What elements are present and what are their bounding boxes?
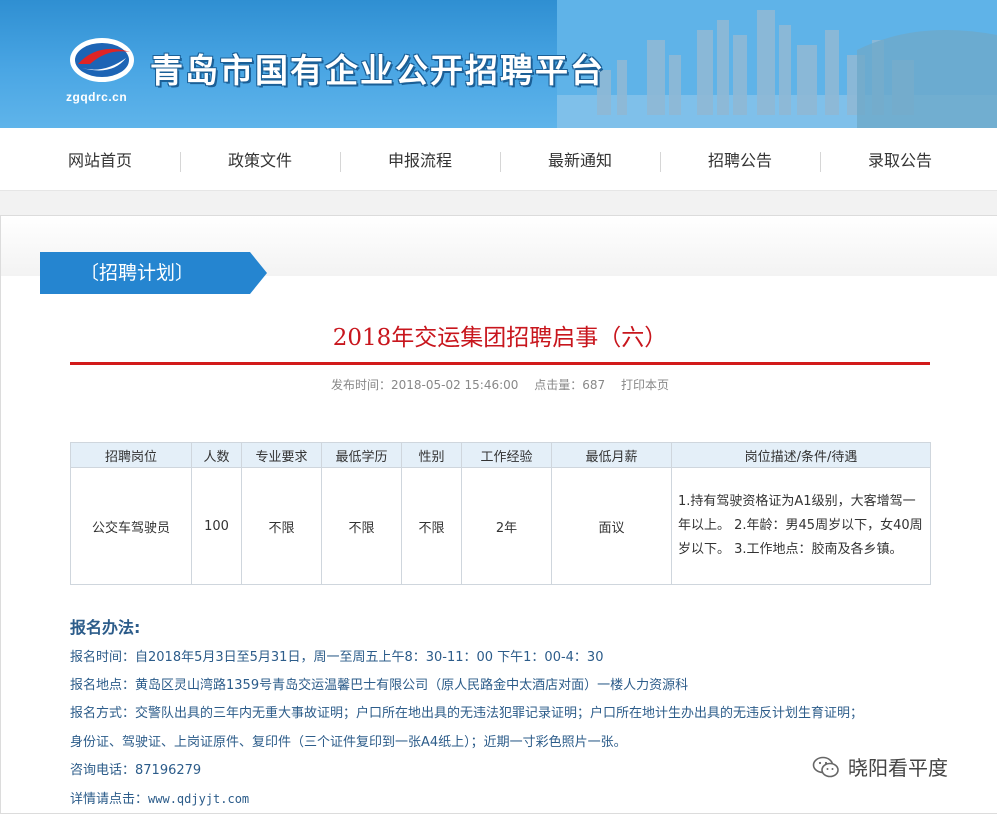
article-title: 2018年交运集团招聘启事（六） xyxy=(332,325,668,351)
table-header-row: 招聘岗位 人数 专业要求 最低学历 性别 工作经验 最低月薪 岗位描述/条件/待… xyxy=(70,442,931,468)
article-meta: 发布时间：2018-05-02 15:46:00 点击量：687 打印本页 xyxy=(70,376,930,393)
publish-time: 发布时间：2018-05-02 15:46:00 xyxy=(331,378,518,392)
section-tag-arrow xyxy=(250,252,267,294)
nav-item-recruitment[interactable]: 招聘公告 xyxy=(660,128,820,190)
table-header: 岗位描述/条件/待遇 xyxy=(671,442,931,468)
publish-value: 2018-05-02 15:46:00 xyxy=(390,378,519,392)
table-header: 最低月薪 xyxy=(551,442,672,468)
detail-label: 详情请点击： xyxy=(70,792,149,808)
nav-item-home[interactable]: 网站首页 xyxy=(20,128,180,190)
site-title: 青岛市国有企业公开招聘平台 xyxy=(150,51,605,90)
apply-section: 报名办法: 报名时间：自2018年5月3日至5月31日，周一至周五上午8：30-… xyxy=(70,614,950,814)
table-cell-count: 100 xyxy=(191,467,242,585)
nav-item-notices[interactable]: 最新通知 xyxy=(500,128,660,190)
section-tag: 〔招聘计划〕 xyxy=(40,252,250,294)
main-nav: 网站首页 政策文件 申报流程 最新通知 招聘公告 录取公告 xyxy=(0,128,997,191)
hits-label: 点击量： xyxy=(534,378,583,392)
hit-count: 点击量：687 xyxy=(534,378,605,392)
table-cell-salary: 面议 xyxy=(551,467,672,585)
table-cell-position: 公交车驾驶员 xyxy=(70,467,192,585)
watermark: 晓阳看平度 xyxy=(812,752,948,781)
table-header: 专业要求 xyxy=(241,442,322,468)
apply-title: 报名办法: xyxy=(70,618,141,637)
site-logo-icon[interactable] xyxy=(68,34,140,86)
table-header: 人数 xyxy=(191,442,242,468)
hits-value: 687 xyxy=(582,378,606,392)
nav-item-policy[interactable]: 政策文件 xyxy=(180,128,340,190)
table-cell-experience: 2年 xyxy=(461,467,552,585)
nav-spacer xyxy=(0,191,997,215)
table-cell-education: 不限 xyxy=(321,467,402,585)
title-divider xyxy=(70,362,930,365)
nav-item-process[interactable]: 申报流程 xyxy=(340,128,500,190)
apply-detail: 详情请点击：www.qdjyjt.com xyxy=(70,785,950,814)
nav-item-admission[interactable]: 录取公告 xyxy=(820,128,980,190)
table-header: 招聘岗位 xyxy=(70,442,192,468)
print-link[interactable]: 打印本页 xyxy=(621,378,669,392)
logo-text: zgqdrc.cn xyxy=(66,90,128,104)
watermark-text: 晓阳看平度 xyxy=(848,756,948,780)
city-skyline-image xyxy=(557,0,997,128)
site-header: zgqdrc.cn 青岛市国有企业公开招聘平台 xyxy=(0,0,997,128)
apply-time: 报名时间：自2018年5月3日至5月31日，周一至周五上午8：30-11：00 … xyxy=(70,650,604,665)
table-row: 公交车驾驶员 100 不限 不限 不限 2年 面议 1.持有驾驶资格证为A1级别… xyxy=(70,467,931,585)
wechat-icon xyxy=(812,756,839,777)
apply-method: 报名方式：交警队出具的三年内无重大事故证明；户口所在地出具的无违法犯罪记录证明；… xyxy=(70,706,864,722)
table-cell-gender: 不限 xyxy=(401,467,462,585)
table-header: 性别 xyxy=(401,442,462,468)
detail-link[interactable]: www.qdjyjt.com xyxy=(148,792,249,806)
jobs-table: 招聘岗位 人数 专业要求 最低学历 性别 工作经验 最低月薪 岗位描述/条件/待… xyxy=(70,442,931,585)
publish-label: 发布时间： xyxy=(330,378,391,392)
table-cell-description: 1.持有驾驶资格证为A1级别，大客增驾一年以上。 2.年龄：男45周岁以下，女4… xyxy=(671,467,931,585)
apply-place: 报名地点：黄岛区灵山湾路1359号青岛交运温馨巴士有限公司（原人民路金中太酒店对… xyxy=(70,678,689,694)
table-header: 工作经验 xyxy=(461,442,552,468)
table-header: 最低学历 xyxy=(321,442,402,468)
table-cell-major: 不限 xyxy=(241,467,322,585)
